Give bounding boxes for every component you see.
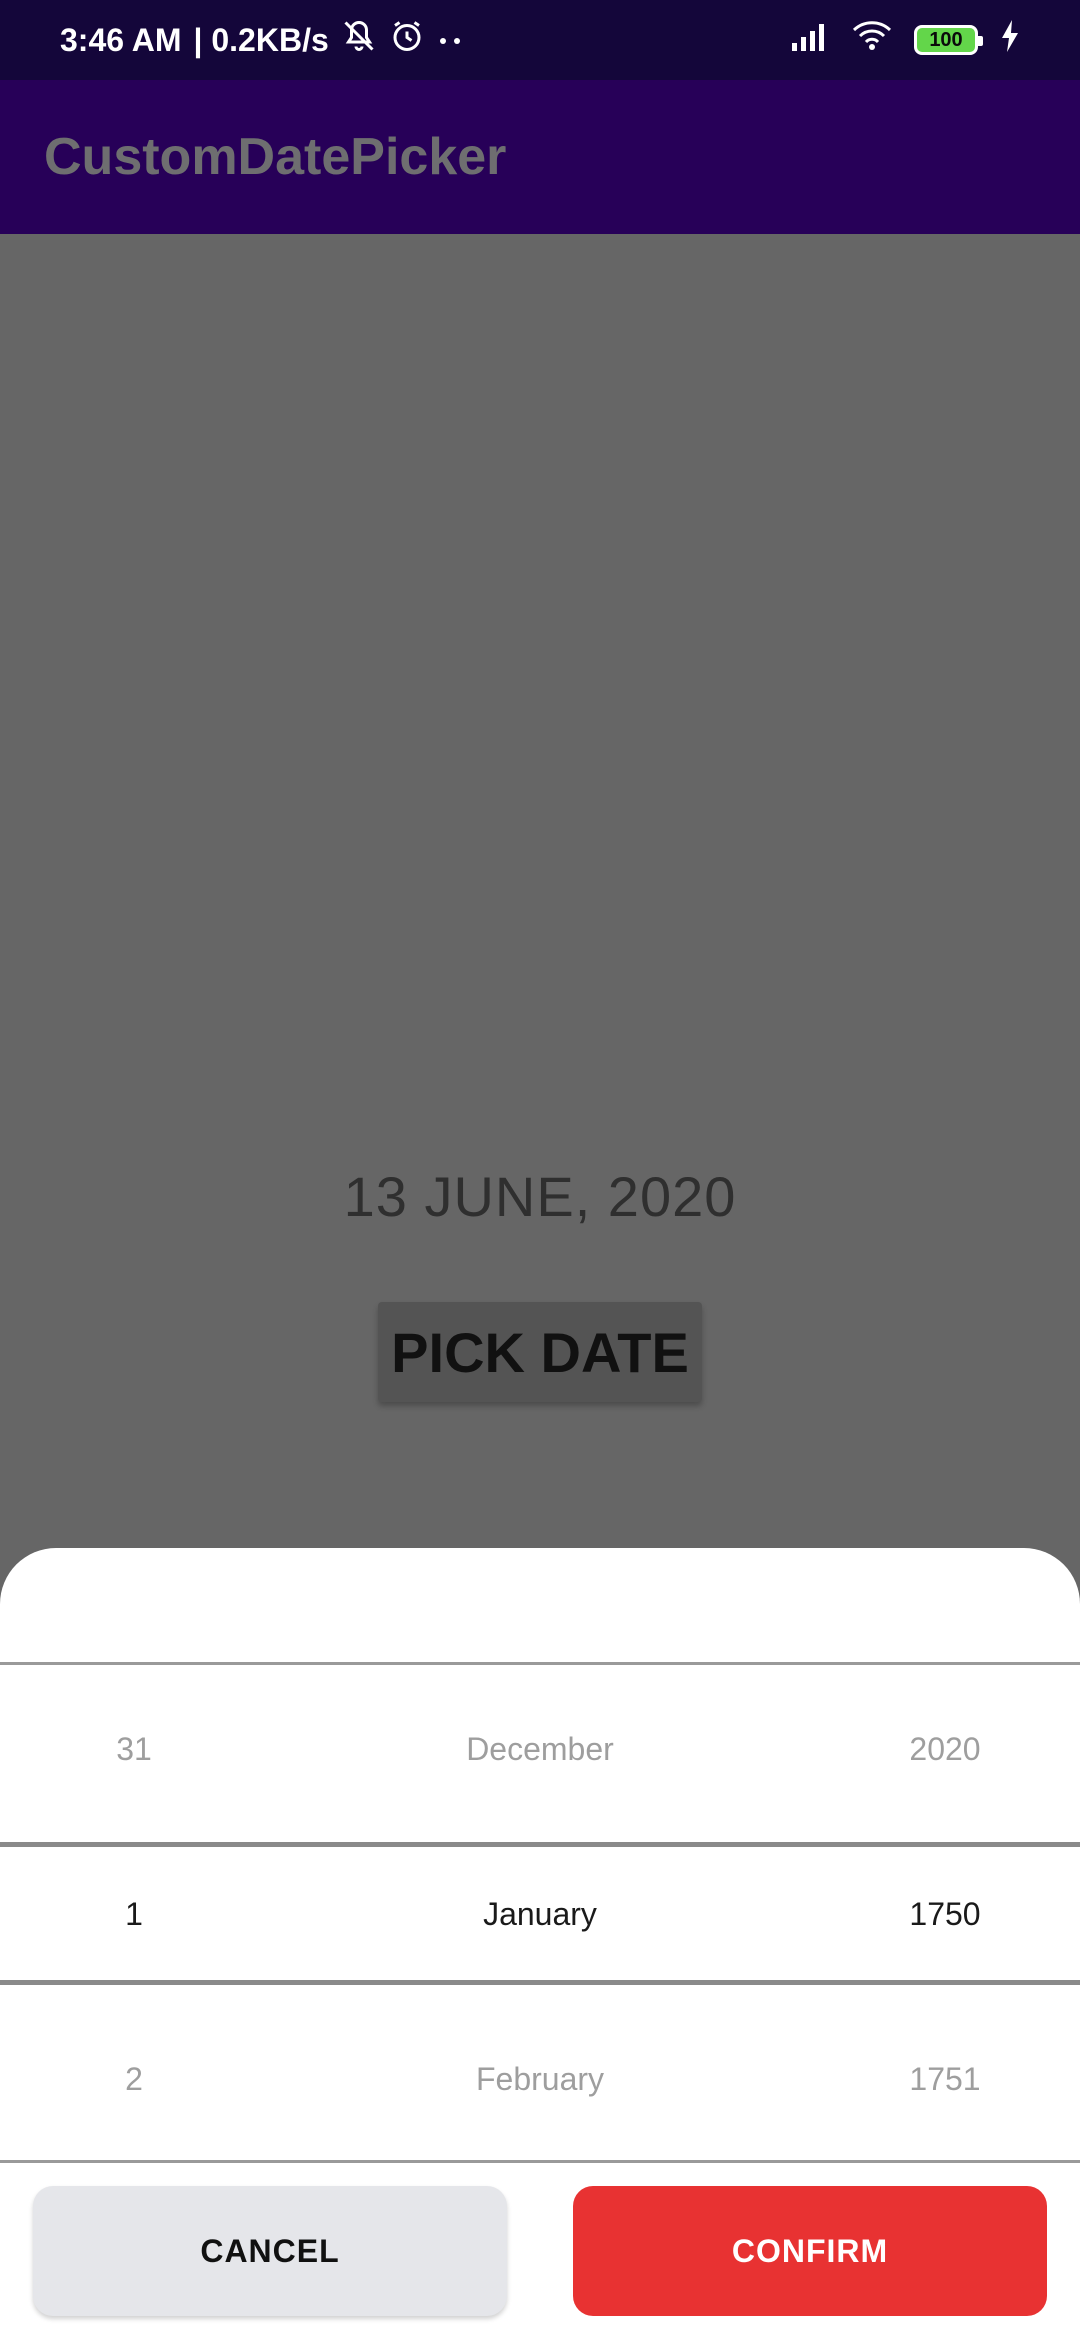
signal-icon [790, 21, 830, 59]
selection-line-bottom [0, 1980, 1080, 1985]
picker-row-next[interactable]: 2 February 1751 [0, 2049, 1080, 2109]
charging-bolt-icon [1000, 20, 1020, 60]
day-value: 31 [116, 1731, 152, 1767]
picker-row-selected[interactable]: 1 January 1750 [0, 1884, 1080, 1944]
status-right: 100 [790, 20, 1020, 60]
pick-date-button[interactable]: PICK DATE [378, 1302, 702, 1402]
battery-level: 100 [929, 28, 963, 51]
year-value: 2020 [909, 1731, 981, 1767]
status-bar: 3:46 AM | 0.2KB/s 100 [0, 0, 1080, 80]
month-value: January [483, 1896, 597, 1932]
screen: 3:46 AM | 0.2KB/s 100 CustomDatePicker 1… [0, 0, 1080, 2340]
picker-divider-bottom [0, 2160, 1080, 2163]
app-title: CustomDatePicker [44, 128, 507, 186]
selected-date-text: 13 JUNE, 2020 [343, 1165, 737, 1228]
picker-row-previous[interactable]: 31 December 2020 [0, 1719, 1080, 1779]
alarm-icon [389, 18, 425, 62]
month-value: February [475, 2061, 605, 2097]
confirm-button[interactable]: CONFIRM [573, 2186, 1047, 2316]
month-value: December [466, 1731, 614, 1767]
status-time: 3:46 AM [60, 21, 182, 58]
picker-divider-top [0, 1662, 1080, 1665]
year-value: 1750 [909, 1896, 981, 1932]
selection-line-top [0, 1842, 1080, 1847]
day-value: 1 [125, 1896, 143, 1932]
wifi-icon [852, 20, 892, 60]
year-value: 1751 [909, 2061, 981, 2097]
muted-bell-icon [341, 18, 377, 62]
main-content: 13 JUNE, 2020 PICK DATE [0, 234, 1080, 1550]
status-left: 3:46 AM | 0.2KB/s [60, 18, 465, 62]
status-network-speed: | 0.2KB/s [193, 21, 329, 58]
cancel-button[interactable]: CANCEL [33, 2186, 507, 2316]
day-value: 2 [125, 2061, 143, 2097]
more-dots-icon [437, 22, 465, 59]
app-bar: CustomDatePicker [0, 80, 1080, 234]
battery-icon: 100 [914, 25, 983, 55]
